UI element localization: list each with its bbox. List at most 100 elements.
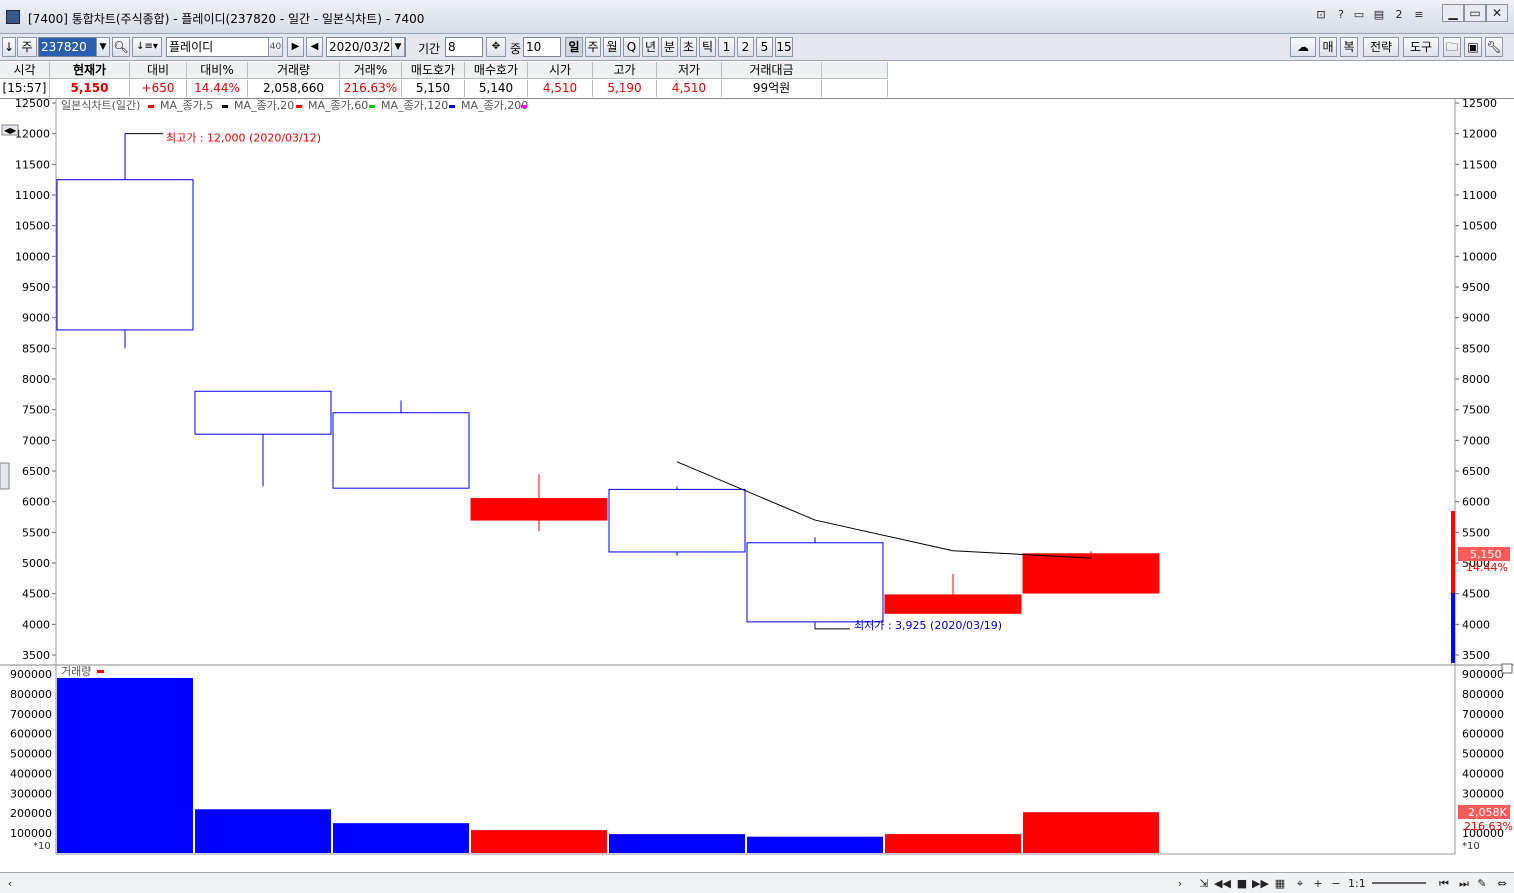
toolbar-btn-tools[interactable]: 도구 bbox=[1403, 37, 1439, 57]
move-icon[interactable]: ✥ bbox=[486, 37, 506, 57]
edit-icon[interactable]: ✎ bbox=[1474, 876, 1490, 891]
price-tick-label: 6000 bbox=[22, 496, 50, 509]
interval-button-0[interactable]: 일 bbox=[565, 37, 583, 57]
maximize-icon[interactable]: ▭ bbox=[1464, 4, 1486, 22]
pin-icon[interactable]: ⊡ bbox=[1314, 8, 1328, 22]
candle-body[interactable] bbox=[332, 412, 470, 489]
price-tick-label: 8000 bbox=[1462, 373, 1490, 386]
zoom-fit-icon[interactable]: ⇲ bbox=[1196, 876, 1212, 891]
interval-button-8[interactable]: 1 bbox=[718, 37, 735, 57]
quote-header: 매수호가 bbox=[465, 62, 528, 79]
ma-legend-marker bbox=[369, 105, 375, 108]
ratio-icon[interactable]: 1:1 bbox=[1348, 876, 1366, 891]
interval-button-3[interactable]: Q bbox=[623, 37, 640, 57]
price-tick-label: 7500 bbox=[22, 404, 50, 417]
price-tick-label: 12000 bbox=[1462, 128, 1497, 141]
search-icon[interactable]: 🔍︎ bbox=[112, 37, 130, 57]
help-icon[interactable]: ? bbox=[1334, 8, 1348, 22]
code-dropdown-icon[interactable]: ▼ bbox=[96, 37, 110, 57]
fast-forward-icon[interactable]: ▶▶ bbox=[1252, 876, 1269, 891]
prev-icon[interactable]: ◀ bbox=[306, 37, 323, 57]
toolbar-btn-buy[interactable]: 매 bbox=[1319, 37, 1337, 57]
price-tick-label: 6000 bbox=[1462, 496, 1490, 509]
interval-button-5[interactable]: 분 bbox=[661, 37, 678, 57]
volume-bar[interactable] bbox=[747, 836, 883, 853]
interval-button-1[interactable]: 주 bbox=[585, 37, 601, 57]
swap-icon[interactable]: ⇔ bbox=[1494, 876, 1510, 891]
volume-bar[interactable] bbox=[57, 677, 193, 853]
zoom-in-icon[interactable]: + bbox=[1310, 876, 1326, 891]
close-volume-pane-icon[interactable] bbox=[1501, 663, 1513, 674]
interval-button-2[interactable]: 월 bbox=[603, 37, 621, 57]
candle-body[interactable] bbox=[56, 179, 194, 331]
zoom-slider[interactable] bbox=[1372, 882, 1426, 884]
crosshair-icon[interactable]: ⌖ bbox=[1292, 876, 1308, 891]
ma-legend-marker bbox=[449, 105, 455, 108]
candle-body[interactable] bbox=[470, 498, 608, 521]
side-panel-toggle-icon[interactable] bbox=[0, 462, 10, 490]
last-icon[interactable]: ⏭ bbox=[1456, 876, 1472, 891]
grid-icon[interactable]: ▦ bbox=[1272, 876, 1288, 891]
app-icon[interactable] bbox=[6, 10, 20, 24]
zoom-out-icon[interactable]: − bbox=[1328, 876, 1344, 891]
interval-button-10[interactable]: 5 bbox=[756, 37, 773, 57]
toolbar-btn-strategy[interactable]: 전략 bbox=[1363, 37, 1399, 57]
candle-body[interactable] bbox=[1022, 553, 1160, 594]
interval-button-11[interactable]: 15 bbox=[775, 37, 793, 57]
chart-scrollbar[interactable]: ‹ › ⇲ ◀◀ ■ ▶▶ ▦ ⌖ + − 1:1 ⏮ ⏭ ✎ ⇔ bbox=[0, 872, 1514, 893]
down-arrow-button[interactable]: ↓ bbox=[2, 37, 16, 57]
candle-body[interactable] bbox=[608, 488, 746, 553]
price-tick-label: 5000 bbox=[22, 557, 50, 570]
candle-body[interactable] bbox=[194, 390, 332, 435]
name-input[interactable]: 플레이디 bbox=[166, 37, 283, 57]
volume-bar[interactable] bbox=[609, 834, 745, 853]
fast-back-icon[interactable]: ◀◀ bbox=[1214, 876, 1231, 891]
middle-input[interactable]: 10 bbox=[523, 37, 561, 57]
date-dropdown-icon[interactable]: ▼ bbox=[391, 37, 405, 57]
volume-tick-label: 500000 bbox=[10, 748, 52, 761]
first-icon[interactable]: ⏮ bbox=[1436, 876, 1452, 891]
volume-bar[interactable] bbox=[333, 823, 469, 853]
folder-icon[interactable]: 🗀 bbox=[1443, 37, 1461, 57]
layout-icon[interactable]: ▭ bbox=[1352, 8, 1366, 22]
scroll-right-icon[interactable]: › bbox=[1172, 876, 1188, 891]
volume-bar[interactable] bbox=[195, 809, 331, 853]
sort-icon[interactable]: ↓≡▾ bbox=[132, 37, 162, 57]
candle-body[interactable] bbox=[884, 594, 1022, 614]
volume-tick-label: 400000 bbox=[1462, 767, 1504, 780]
save-icon[interactable]: ▣ bbox=[1464, 37, 1482, 57]
volume-tick-label: 600000 bbox=[10, 728, 52, 741]
count-icon[interactable]: 2 bbox=[1392, 8, 1406, 22]
interval-button-4[interactable]: 년 bbox=[642, 37, 659, 57]
cloud-icon[interactable]: ☁ bbox=[1290, 37, 1316, 57]
period-input[interactable]: 8 bbox=[445, 37, 483, 57]
volume-bar[interactable] bbox=[1023, 812, 1159, 853]
interval-button-9[interactable]: 2 bbox=[737, 37, 754, 57]
quote-header: 거래량 bbox=[248, 62, 340, 79]
scroll-left-icon[interactable]: ‹ bbox=[2, 876, 18, 891]
tile-icon[interactable]: ▤ bbox=[1372, 8, 1386, 22]
quote-value: 2,058,660 bbox=[248, 80, 340, 97]
minimize-icon[interactable]: ▁ bbox=[1442, 4, 1464, 22]
price-tick-label: 11500 bbox=[1462, 158, 1497, 171]
ma-legend-label: MA_종가,120 bbox=[381, 99, 448, 112]
interval-button-7[interactable]: 틱 bbox=[699, 37, 716, 57]
stock-type-button[interactable]: 주 bbox=[17, 37, 37, 57]
price-tick-label: 9000 bbox=[22, 312, 50, 325]
quote-value: [15:57] bbox=[0, 80, 50, 97]
candle-body[interactable] bbox=[746, 542, 884, 623]
volume-bar[interactable] bbox=[885, 834, 1021, 853]
price-tick-label: 10000 bbox=[15, 250, 50, 263]
volume-bar[interactable] bbox=[471, 830, 607, 853]
quote-value: 5,150 bbox=[402, 80, 465, 97]
toolbar-btn-multi[interactable]: 복 bbox=[1340, 37, 1358, 57]
interval-button-6[interactable]: 초 bbox=[680, 37, 697, 57]
stop-icon[interactable]: ■ bbox=[1234, 876, 1250, 891]
quote-value: 216.63% bbox=[340, 80, 402, 97]
quote-value-empty bbox=[822, 80, 888, 97]
menu-icon[interactable]: ≡ bbox=[1412, 8, 1426, 22]
candlestick-chart[interactable]: 12500 12500 12000 12000 11500 11500 11000 11000… bbox=[0, 99, 1514, 872]
settings-icon[interactable]: 🔧︎ bbox=[1485, 37, 1503, 57]
close-icon[interactable]: ✕ bbox=[1486, 4, 1508, 22]
next-icon[interactable]: ▶ bbox=[287, 37, 304, 57]
